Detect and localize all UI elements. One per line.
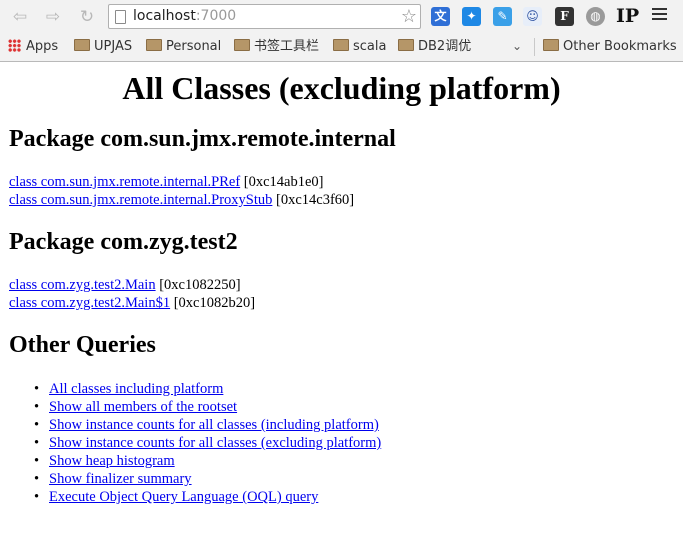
folder-icon (74, 39, 90, 51)
address-bar[interactable]: localhost:7000 ☆ (108, 4, 421, 29)
globe-icon[interactable]: ◍ (586, 7, 605, 26)
query-link[interactable]: Show instance counts for all classes (ex… (49, 435, 381, 451)
back-icon[interactable]: ⇦ (9, 6, 31, 28)
query-link[interactable]: Show finalizer summary (49, 471, 192, 487)
folder-icon (146, 39, 162, 51)
class-link[interactable]: class com.zyg.test2.Main$1 (9, 295, 170, 311)
bookmark-upjas[interactable]: UPJAS (74, 38, 132, 56)
folder-icon (333, 39, 349, 51)
list-item: Show instance counts for all classes (ex… (34, 434, 381, 452)
class-address: [0xc14ab1e0] (243, 174, 324, 190)
chevron-down-icon[interactable]: ⌄ (512, 39, 522, 53)
query-link[interactable]: Execute Object Query Language (OQL) quer… (49, 489, 318, 505)
bookmarks-bar: Apps UPJAS Personal 书签工具栏 scala DB2调优 ⌄ … (0, 34, 683, 59)
folder-icon (543, 39, 559, 51)
forward-icon[interactable]: ⇨ (42, 6, 64, 28)
query-link[interactable]: Show all members of the rootset (49, 399, 237, 415)
bookmark-apps[interactable]: Apps (8, 38, 58, 56)
class-entry: class com.sun.jmx.remote.internal.ProxyS… (9, 192, 354, 209)
page-icon (115, 10, 126, 24)
extension-note-icon[interactable]: ✎ (493, 7, 512, 26)
query-link[interactable]: Show instance counts for all classes (in… (49, 417, 379, 433)
queries-list: All classes including platform Show all … (0, 380, 381, 506)
reload-icon[interactable]: ↻ (76, 6, 98, 28)
folder-icon (398, 39, 414, 51)
query-link[interactable]: Show heap histogram (49, 453, 175, 469)
apps-icon (8, 39, 21, 52)
other-bookmarks[interactable]: Other Bookmarks (543, 38, 677, 56)
bookmark-scala[interactable]: scala (333, 38, 386, 56)
class-address: [0xc1082b20] (173, 295, 256, 311)
bookmark-db2[interactable]: DB2调优 (398, 38, 471, 56)
class-entry: class com.zyg.test2.Main [0xc1082250] (9, 277, 241, 294)
feedly-icon[interactable]: F (555, 7, 574, 26)
class-address: [0xc1082250] (159, 277, 241, 293)
class-address: [0xc14c3f60] (276, 192, 355, 208)
package-heading: Package com.sun.jmx.remote.internal (9, 126, 396, 152)
browser-chrome: ⇦ ⇨ ↻ localhost:7000 ☆ 文 ✦ ✎ ☺ F ◍ IP Ap… (0, 0, 683, 62)
class-entry: class com.sun.jmx.remote.internal.PRef [… (9, 174, 324, 191)
bookmark-personal[interactable]: Personal (146, 38, 221, 56)
translate-icon[interactable]: 文 (431, 7, 450, 26)
other-queries-heading: Other Queries (9, 332, 156, 358)
ip-extension-icon[interactable]: IP (616, 5, 639, 27)
extension-people-icon[interactable]: ☺ (523, 7, 542, 26)
list-item: Show instance counts for all classes (in… (34, 416, 381, 434)
query-link[interactable]: All classes including platform (49, 381, 223, 397)
list-item: Show all members of the rootset (34, 398, 381, 416)
class-link[interactable]: class com.sun.jmx.remote.internal.PRef (9, 174, 240, 190)
page-content: All Classes (excluding platform) Package… (0, 62, 683, 533)
class-link[interactable]: class com.zyg.test2.Main (9, 277, 156, 293)
package-heading: Package com.zyg.test2 (9, 229, 238, 255)
folder-icon (234, 39, 250, 51)
extension-blue-icon[interactable]: ✦ (462, 7, 481, 26)
class-link[interactable]: class com.sun.jmx.remote.internal.ProxyS… (9, 192, 272, 208)
bookmark-star-icon[interactable]: ☆ (401, 6, 417, 27)
bookmark-toolbar-folder[interactable]: 书签工具栏 (234, 38, 319, 56)
toolbar: ⇦ ⇨ ↻ localhost:7000 ☆ 文 ✦ ✎ ☺ F ◍ IP (0, 0, 683, 34)
class-entry: class com.zyg.test2.Main$1 [0xc1082b20] (9, 295, 255, 312)
bookmarks-separator (534, 38, 535, 56)
url-text: localhost:7000 (133, 8, 237, 24)
list-item: All classes including platform (34, 380, 381, 398)
list-item: Execute Object Query Language (OQL) quer… (34, 488, 381, 506)
menu-icon[interactable] (652, 8, 667, 23)
list-item: Show finalizer summary (34, 470, 381, 488)
list-item: Show heap histogram (34, 452, 381, 470)
page-title: All Classes (excluding platform) (122, 70, 561, 106)
